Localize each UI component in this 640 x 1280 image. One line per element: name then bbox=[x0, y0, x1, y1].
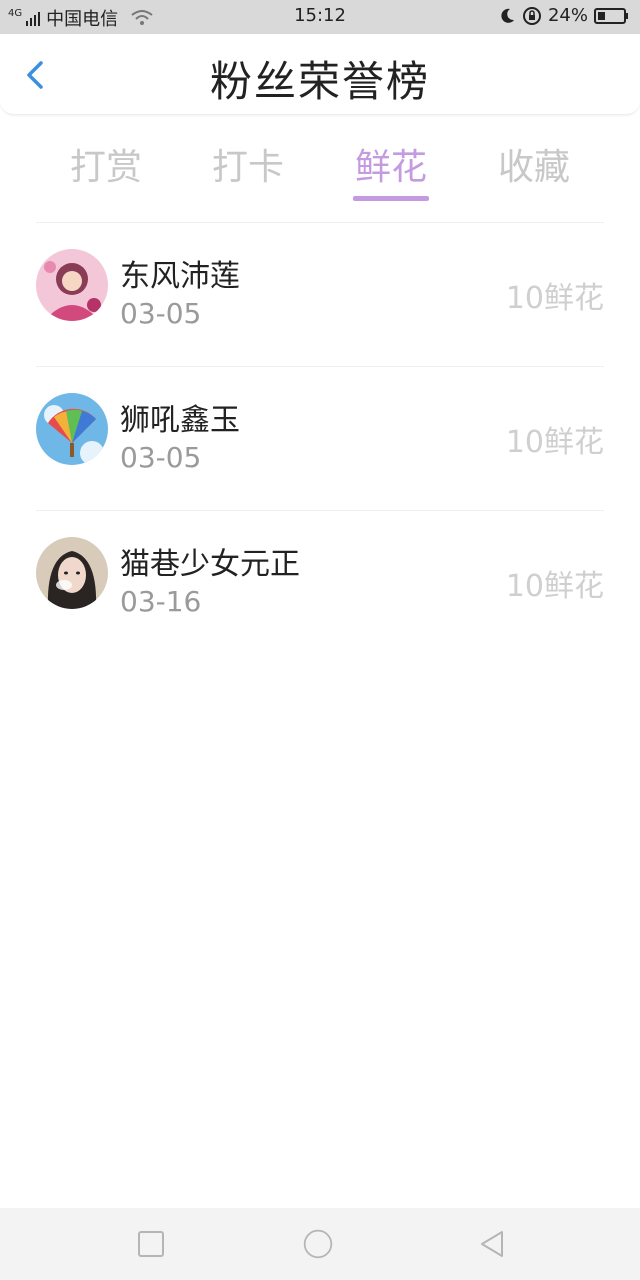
tab-dashang[interactable]: 打赏 bbox=[46, 138, 166, 190]
tab-xianhua[interactable]: 鲜花 bbox=[331, 138, 451, 190]
system-nav-bar bbox=[0, 1208, 640, 1280]
status-bar: 4G 中国电信 15:12 24% bbox=[0, 0, 640, 34]
top-navbar: 粉丝荣誉榜 bbox=[0, 34, 640, 115]
avatar bbox=[36, 249, 108, 321]
fan-amount: 10鲜花 bbox=[505, 281, 604, 316]
moon-icon bbox=[501, 8, 514, 23]
recent-apps-icon[interactable] bbox=[135, 1228, 167, 1260]
avatar bbox=[36, 393, 108, 465]
page-title: 粉丝荣誉榜 bbox=[209, 57, 430, 106]
battery-percent: 24% bbox=[547, 5, 588, 26]
fan-amount: 10鲜花 bbox=[505, 425, 604, 460]
tab-shoucang[interactable]: 收藏 bbox=[474, 138, 594, 190]
back-triangle-icon[interactable] bbox=[476, 1228, 508, 1260]
list-item[interactable]: 东风沛莲 03-05 10鲜花 bbox=[0, 223, 640, 366]
fan-date: 03-05 bbox=[120, 441, 202, 474]
avatar bbox=[36, 537, 108, 609]
fan-name: 猫巷少女元正 bbox=[120, 547, 300, 582]
fan-list: 东风沛莲 03-05 10鲜花 狮吼鑫玉 03-05 10鲜花 猫巷少女元正 0… bbox=[0, 222, 640, 654]
tab-bar: 打赏 打卡 鲜花 收藏 bbox=[0, 130, 640, 210]
fan-name: 狮吼鑫玉 bbox=[120, 403, 240, 438]
fan-date: 03-16 bbox=[120, 585, 202, 618]
fan-amount: 10鲜花 bbox=[505, 569, 604, 604]
fan-name: 东风沛莲 bbox=[120, 259, 240, 294]
list-item[interactable]: 狮吼鑫玉 03-05 10鲜花 bbox=[0, 367, 640, 510]
tab-daka[interactable]: 打卡 bbox=[188, 138, 308, 190]
rotation-lock-icon bbox=[522, 6, 541, 25]
status-right: 24% bbox=[498, 5, 630, 26]
home-icon[interactable] bbox=[302, 1228, 334, 1260]
fan-date: 03-05 bbox=[120, 297, 202, 330]
list-item[interactable]: 猫巷少女元正 03-16 10鲜花 bbox=[0, 511, 640, 654]
battery-icon bbox=[594, 7, 628, 24]
active-tab-indicator bbox=[353, 196, 429, 201]
